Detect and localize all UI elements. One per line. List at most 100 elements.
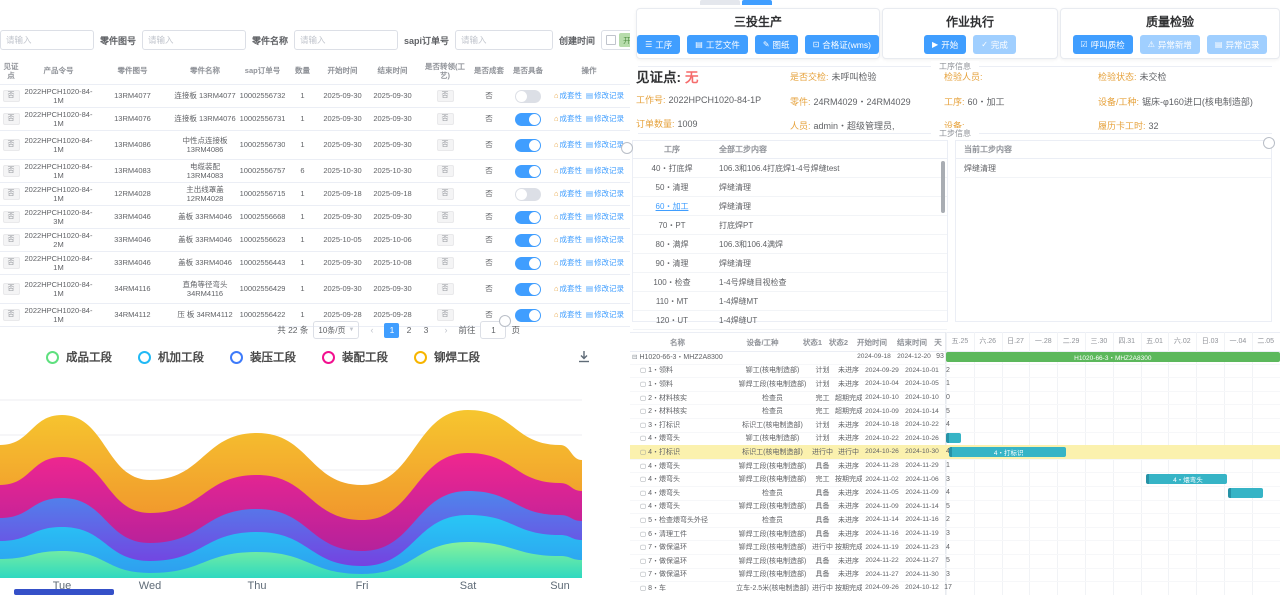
modify-record-link[interactable]: ▤修改记录	[586, 114, 624, 123]
steps-scrollbar[interactable]	[941, 161, 945, 213]
tab-stub[interactable]	[700, 0, 740, 5]
suit-link[interactable]: ⌂成套性	[554, 189, 582, 198]
suit-link[interactable]: ⌂成套性	[554, 140, 582, 149]
legend-item[interactable]: 机加工段	[138, 349, 204, 365]
合格证(wms)-button[interactable]: ⊡合格证(wms)	[805, 35, 879, 54]
ready-toggle[interactable]	[515, 113, 541, 126]
gantt-row[interactable]: ▢7・做保温环铆焊工段(核电制造部)进行中按期完成2024-11-192024-…	[630, 540, 1280, 555]
legend-item[interactable]: 装配工段	[322, 349, 388, 365]
gantt-row[interactable]: ▢8・车立车-2.5米(核电制造部)进行中按期完成2024-09-262024-…	[630, 581, 1280, 595]
collapse-icon[interactable]: ⊟	[632, 353, 637, 361]
step-row[interactable]: 80・满焊106.3和106.4满焊	[633, 235, 947, 254]
modify-record-link[interactable]: ▤修改记录	[586, 140, 624, 149]
gantt-row[interactable]: ▢7・做保温环铆焊工段(核电制造部)具备未进序2024-11-222024-11…	[630, 554, 1280, 569]
task-doc-icon: ▢	[640, 530, 646, 538]
gantt-bar[interactable]: H1020-66-3・MHZ2A8300	[946, 352, 1280, 362]
gantt-column-header: 天	[932, 337, 944, 348]
gantt-row[interactable]: ▢2・材料核实检查员完工超期完成2024-10-092024-10-145	[630, 404, 1280, 419]
modify-record-link[interactable]: ▤修改记录	[586, 166, 624, 175]
part-drawing-input[interactable]	[142, 30, 246, 50]
table-cell: 直角等径弯头 34RM4116	[170, 275, 240, 303]
ready-toggle[interactable]	[515, 211, 541, 224]
legend-item[interactable]: 成品工段	[46, 349, 112, 365]
异常新增-button[interactable]: ⚠异常新增	[1140, 35, 1200, 54]
gantt-row[interactable]: ▢1・领料铆工(核电制造部)计划未进序2024-09-292024-10-012	[630, 364, 1280, 379]
datazoom-bar[interactable]	[14, 589, 114, 595]
page-number[interactable]: 2	[401, 323, 416, 338]
gantt-row[interactable]: ▢7・做保温环铆焊工段(核电制造部)具备未进序2024-11-272024-11…	[630, 568, 1280, 583]
download-icon[interactable]	[576, 349, 592, 365]
ready-toggle[interactable]	[515, 165, 541, 178]
ready-toggle[interactable]	[515, 234, 541, 247]
step-op[interactable]: 60・加工	[633, 201, 711, 212]
splitter-handle[interactable]	[499, 315, 511, 327]
sap-order-input[interactable]	[455, 30, 553, 50]
gantt-days: 17	[942, 584, 954, 591]
gantt-bar[interactable]: 4・煨弯头	[1146, 474, 1227, 484]
page-number[interactable]: 3	[418, 323, 433, 338]
suit-link[interactable]: ⌂成套性	[554, 310, 582, 319]
gantt-row[interactable]: ▢4・煨弯头铆焊工段(核电制造部)具备未进序2024-11-092024-11-…	[630, 500, 1280, 515]
异常记录-button[interactable]: ▤异常记录	[1207, 35, 1268, 54]
gantt-bar[interactable]	[946, 433, 961, 443]
step-row[interactable]: 60・加工焊缝清理	[633, 197, 947, 216]
step-row[interactable]: 110・MT1-4焊缝MT	[633, 292, 947, 311]
gantt-row[interactable]: ▢6・清理工件铆焊工段(核电制造部)具备未进序2024-11-162024-11…	[630, 527, 1280, 542]
next-page-button[interactable]: ›	[438, 323, 453, 338]
modify-record-link[interactable]: ▤修改记录	[586, 212, 624, 221]
modify-record-link[interactable]: ▤修改记录	[586, 235, 624, 244]
工艺文件-button[interactable]: ▤工艺文件	[687, 35, 748, 54]
table-cell: 2022HPCH1020-84-1M	[22, 252, 95, 274]
step-row[interactable]: 50・清理焊缝清理	[633, 178, 947, 197]
modify-record-link[interactable]: ▤修改记录	[586, 258, 624, 267]
filter-input-leading[interactable]	[0, 30, 94, 50]
工序-button[interactable]: ☰工序	[637, 35, 680, 54]
prev-page-button[interactable]: ‹	[364, 323, 379, 338]
page-numbers: 123	[384, 323, 433, 338]
step-row[interactable]: 100・检查1-4号焊缝目视检查	[633, 273, 947, 292]
splitter-handle-right[interactable]	[1263, 137, 1275, 149]
step-row[interactable]: 90・清理焊缝清理	[633, 254, 947, 273]
page-number[interactable]: 1	[384, 323, 399, 338]
splitter-handle-left[interactable]	[621, 142, 633, 154]
gantt-row[interactable]: ▢3・打标识标识工(核电制造部)计划未进序2024-10-182024-10-2…	[630, 418, 1280, 433]
gantt-row[interactable]: ▢4・煨弯头铆焊工段(核电制造部)具备未进序2024-11-282024-11-…	[630, 459, 1280, 474]
suit-link[interactable]: ⌂成套性	[554, 235, 582, 244]
legend-item[interactable]: 铆焊工段	[414, 349, 480, 365]
modify-record-link[interactable]: ▤修改记录	[586, 189, 624, 198]
suit-link[interactable]: ⌂成套性	[554, 212, 582, 221]
legend-item[interactable]: 装压工段	[230, 349, 296, 365]
x-axis-tick: Fri	[356, 580, 369, 592]
modify-record-link[interactable]: ▤修改记录	[586, 284, 624, 293]
呼叫质检-button[interactable]: ☑呼叫质检	[1073, 35, 1133, 54]
suit-link[interactable]: ⌂成套性	[554, 91, 582, 100]
gantt-row[interactable]: ▢5・检查煨弯头外径检查员具备未进序2024-11-142024-11-162	[630, 513, 1280, 528]
step-row[interactable]: 40・打底焊106.3和106.4打底焊1-4号焊缝test	[633, 159, 947, 178]
suit-link[interactable]: ⌂成套性	[554, 284, 582, 293]
suit-link[interactable]: ⌂成套性	[554, 258, 582, 267]
ready-toggle[interactable]	[515, 257, 541, 270]
step-row[interactable]: 70・PT打底焊PT	[633, 216, 947, 235]
gantt-end: 2024-11-19	[902, 530, 942, 537]
ready-toggle[interactable]	[515, 188, 541, 201]
gantt-row[interactable]: ▢1・领料铆焊工段(核电制造部)计划未进序2024-10-042024-10-0…	[630, 377, 1280, 392]
date-checkbox[interactable]	[606, 35, 616, 45]
图纸-button[interactable]: ✎图纸	[755, 35, 798, 54]
part-name-input[interactable]	[294, 30, 398, 50]
开始-button[interactable]: ▶开始	[924, 35, 966, 54]
page-size-select[interactable]: 10条/页 ▼	[313, 321, 359, 339]
tab-stub-active[interactable]	[742, 0, 772, 5]
modify-record-link[interactable]: ▤修改记录	[586, 310, 624, 319]
modify-record-link[interactable]: ▤修改记录	[586, 91, 624, 100]
ready-toggle[interactable]	[515, 90, 541, 103]
gantt-bar[interactable]: 4・打标识	[949, 447, 1066, 457]
suit-link[interactable]: ⌂成套性	[554, 114, 582, 123]
info-label: 订单数量:	[636, 119, 675, 129]
gantt-row[interactable]: ▢2・材料核实检查员完工超期完成2024-10-102024-10-100	[630, 391, 1280, 406]
完成-button[interactable]: ✓完成	[973, 35, 1016, 54]
suit-link[interactable]: ⌂成套性	[554, 166, 582, 175]
ready-toggle[interactable]	[515, 283, 541, 296]
gantt-row[interactable]: ▢4・煨弯头检查员具备未进序2024-11-052024-11-094	[630, 486, 1280, 501]
gantt-bar[interactable]	[1228, 488, 1263, 498]
ready-toggle[interactable]	[515, 139, 541, 152]
